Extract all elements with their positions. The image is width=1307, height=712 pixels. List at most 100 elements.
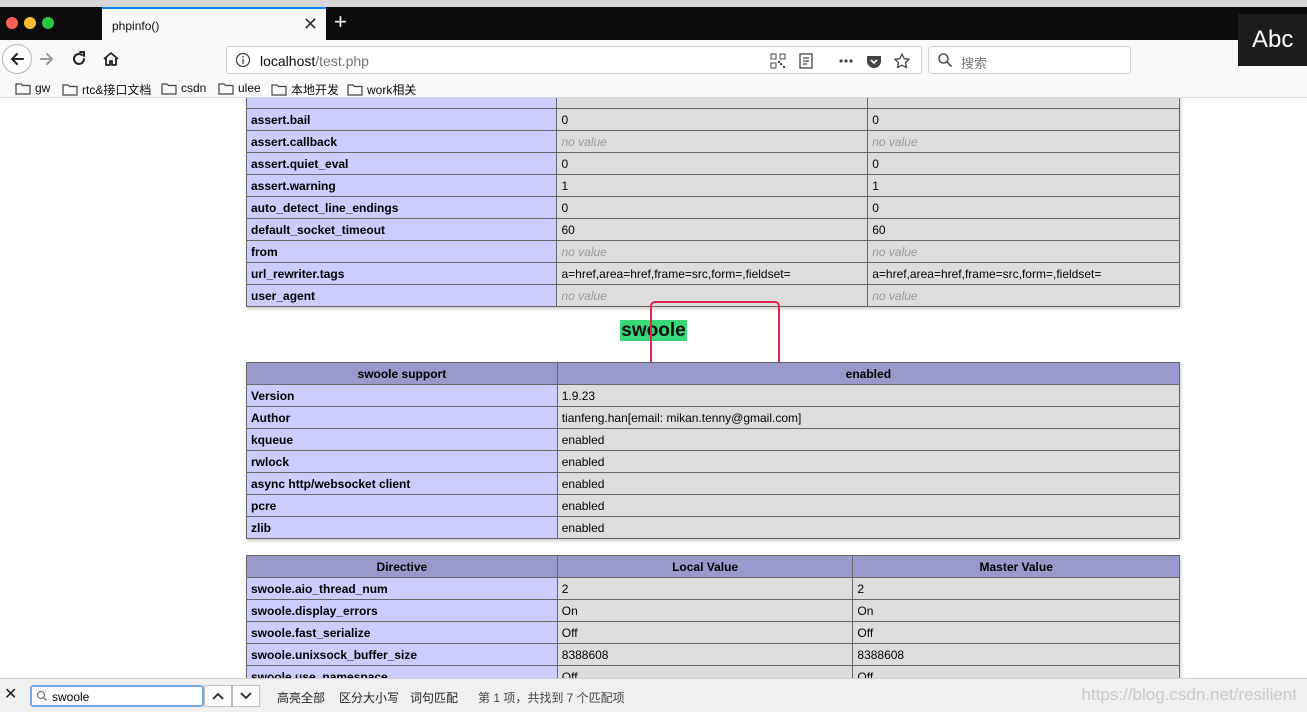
cell-text: no value (561, 244, 607, 259)
value-cell: 1.9.23 (556, 384, 1181, 407)
search-box[interactable]: 搜索 (928, 46, 1131, 74)
url-text[interactable]: localhost/test.php (260, 53, 369, 69)
directive-name-cell: url_rewriter.tags (245, 262, 558, 285)
table-row: zlib enabled (246, 516, 1181, 539)
value-cell: enabled (556, 472, 1181, 495)
whole-words-toggle[interactable]: 词句匹配 (410, 689, 458, 706)
value-cell: 60 (556, 218, 869, 241)
reader-view-icon[interactable] (797, 52, 815, 70)
address-bar[interactable]: localhost/test.php (226, 46, 922, 74)
highlight-all-toggle[interactable]: 高亮全部 (277, 689, 325, 706)
match-case-toggle[interactable]: 区分大小写 (339, 689, 399, 706)
bookmark-folder-work[interactable]: work相关 (347, 81, 416, 98)
bookmark-folder-local-dev[interactable]: 本地开发 (271, 81, 339, 98)
table-row: pcre enabled (246, 494, 1181, 517)
close-tab-icon[interactable]: ✕ (303, 15, 318, 33)
value-cell: Off (556, 621, 854, 644)
page-actions-icon[interactable] (837, 52, 855, 70)
directive-name-cell: kqueue (246, 428, 558, 451)
cell-text: zlib (251, 520, 271, 535)
value-cell: enabled (556, 516, 1181, 539)
new-tab-button[interactable]: + (334, 11, 347, 33)
tab-phpinfo[interactable]: phpinfo() ✕ (102, 7, 326, 41)
table-row: swoole.unixsock_buffer_size 8388608 838860… (246, 643, 1180, 666)
value-cell: On (556, 599, 854, 622)
folder-icon (218, 82, 234, 95)
navigation-toolbar: localhost/test.php 搜索 (0, 40, 1307, 78)
minimize-window-button[interactable] (24, 17, 36, 29)
cell-text: url_rewriter.tags (251, 266, 345, 281)
table-row (245, 98, 1180, 109)
zoom-window-button[interactable] (42, 17, 54, 29)
cell-text: enabled (561, 520, 605, 535)
cell-text: 0 (872, 200, 879, 215)
search-icon (938, 53, 952, 67)
value-cell: enabled (556, 494, 1181, 517)
find-previous-button[interactable] (204, 685, 232, 707)
info-icon[interactable] (235, 52, 251, 68)
directive-name-cell: swoole.unixsock_buffer_size (246, 643, 558, 666)
column-header: Directive (246, 555, 558, 578)
back-button[interactable] (2, 44, 32, 74)
value-cell: 60 (867, 218, 1180, 241)
directive-name-cell: swoole.fast_serialize (246, 621, 558, 644)
directive-name-cell: zlib (246, 516, 558, 539)
cell-text: async http/websocket client (251, 476, 411, 491)
page-content: assert.bail 0 0 assert.callback no value no v… (0, 98, 1307, 678)
table-row: async http/websocket client enabled (246, 472, 1181, 495)
directive-name-cell: user_agent (245, 284, 558, 307)
tab-strip: phpinfo() ✕ + (0, 0, 1307, 41)
close-find-bar-icon[interactable]: ✕ (4, 687, 17, 703)
table-row: assert.callback no value no value (245, 130, 1180, 153)
folder-icon (15, 82, 31, 95)
bookmark-folder-gw[interactable]: gw (15, 81, 50, 95)
bookmark-folder-csdn[interactable]: csdn (161, 81, 206, 95)
cell-text: enabled (561, 432, 605, 447)
search-icon (36, 690, 47, 701)
directive-name-cell: swoole.use_namespace (246, 665, 558, 678)
watermark: https://blog.csdn.net/resilient (1081, 685, 1297, 704)
cell-text: no value (561, 134, 607, 149)
value-cell: tianfeng.han[email: mikan.tenny@gmail.co… (556, 406, 1181, 429)
cell-text: On (857, 603, 874, 618)
table-row: swoole.fast_serialize Off Off (246, 621, 1180, 644)
bookmark-star-icon[interactable] (893, 52, 911, 70)
cell-text: swoole.aio_thread_num (251, 581, 388, 596)
value-cell: no value (556, 130, 869, 153)
directive-name-cell: async http/websocket client (246, 472, 558, 495)
cell-text: 2 (561, 581, 569, 596)
table-row: kqueue enabled (246, 428, 1181, 451)
find-input[interactable]: swoole (30, 685, 204, 707)
value-cell: 8388608 (852, 643, 1180, 666)
bookmark-folder-rtc[interactable]: rtc&接口文档 (62, 81, 151, 98)
value-cell: enabled (556, 428, 1181, 451)
table-row: swoole.display_errors On On (246, 599, 1180, 622)
menu-bar (0, 0, 1307, 7)
close-window-button[interactable] (6, 17, 18, 29)
cell-text: from (251, 244, 278, 259)
cell-text: assert.quiet_eval (251, 156, 349, 171)
value-cell: 0 (867, 196, 1180, 219)
table-row: assert.quiet_eval 0 0 (245, 152, 1180, 175)
bookmark-folder-ulee[interactable]: ulee (218, 81, 261, 95)
value-cell: 1 (556, 174, 869, 197)
find-bar: ✕ swoole 高亮全部 区分大小写 词句匹配 第 1 项，共找到 7 个匹配… (0, 678, 1307, 712)
cell-text: 8388608 (561, 647, 609, 662)
forward-button[interactable] (36, 48, 58, 70)
reload-button[interactable] (68, 48, 90, 70)
qr-code-icon[interactable] (769, 52, 787, 70)
pocket-icon[interactable] (865, 52, 883, 70)
home-button[interactable] (100, 48, 122, 70)
value-cell: no value (867, 130, 1180, 153)
forward-arrow-icon (40, 53, 53, 65)
table-row: swoole.use_namespace Off Off (246, 665, 1180, 678)
find-next-button[interactable] (232, 685, 260, 707)
bookmark-label: 本地开发 (291, 83, 340, 97)
cell-text: default_socket_timeout (251, 222, 386, 237)
value-cell: 8388608 (556, 643, 854, 666)
value-cell: 0 (867, 152, 1180, 175)
table-row: default_socket_timeout 60 60 (245, 218, 1180, 241)
cell-text: no value (872, 134, 918, 149)
bookmark-label: work相关 (367, 83, 417, 97)
cell-text: Off (857, 625, 874, 640)
